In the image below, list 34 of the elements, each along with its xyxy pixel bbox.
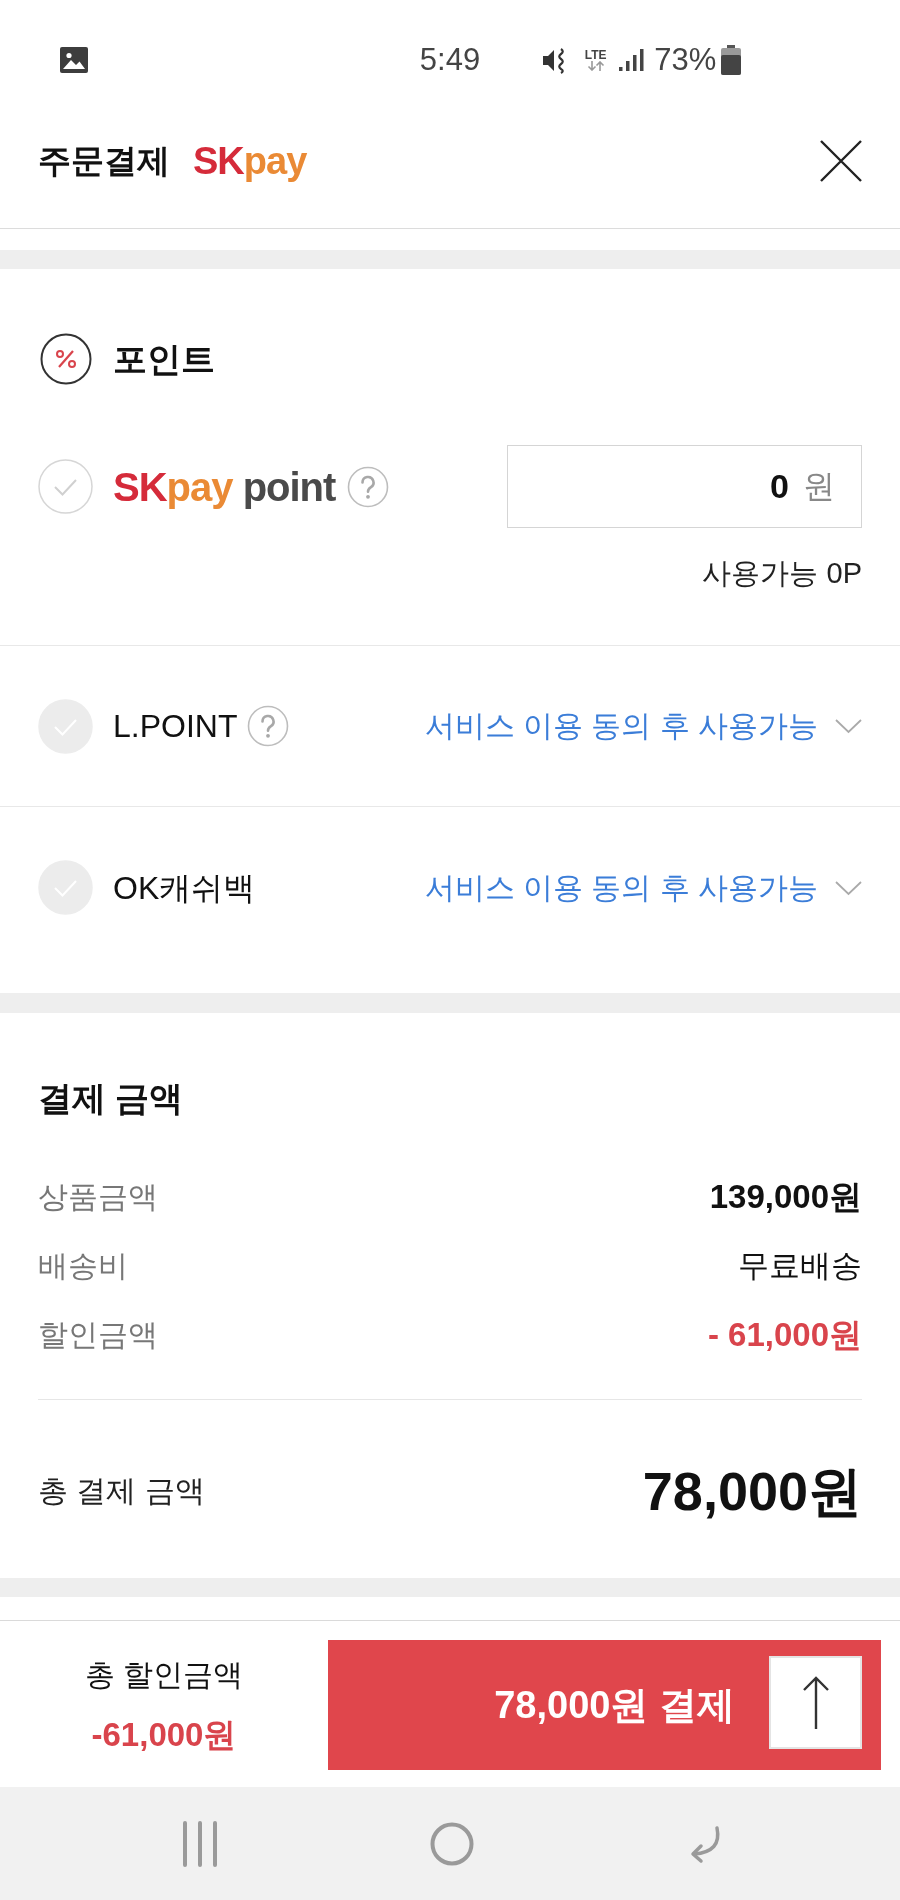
sk-pay-logo: SKpay xyxy=(193,140,307,182)
scroll-top-button[interactable] xyxy=(769,1656,862,1749)
point-label: OK캐쉬백 xyxy=(113,868,256,908)
amount-label: 할인금액 xyxy=(38,1316,158,1353)
amount-value: - 61,000원 xyxy=(707,1314,862,1355)
discount-value: -61,000원 xyxy=(91,1715,237,1755)
amount-value: 무료배송 xyxy=(738,1246,862,1285)
total-label: 총 결제 금액 xyxy=(38,1473,205,1509)
home-icon[interactable] xyxy=(430,1821,474,1866)
help-icon[interactable] xyxy=(347,465,390,508)
image-icon xyxy=(60,47,88,73)
amount-value: 139,000원 xyxy=(709,1176,862,1217)
page-title: 주문결제 xyxy=(38,141,170,181)
close-button[interactable] xyxy=(820,140,862,182)
close-icon xyxy=(820,140,862,182)
signal-icon xyxy=(619,49,645,71)
amount-label: 상품금액 xyxy=(38,1178,158,1215)
percent-icon xyxy=(40,333,92,385)
section-title: 포인트 xyxy=(113,339,215,379)
currency-unit: 원 xyxy=(803,467,835,506)
available-points: 사용가능 0P xyxy=(702,556,862,590)
discount-label: 총 할인금액 xyxy=(84,1657,244,1693)
network-type: LTE xyxy=(584,49,607,61)
battery-icon xyxy=(721,45,742,75)
amount-label: 배송비 xyxy=(38,1247,128,1284)
recent-apps-icon[interactable] xyxy=(182,1819,218,1868)
total-value: 78,000원 xyxy=(642,1460,862,1523)
checkbox[interactable] xyxy=(38,459,93,514)
sk-pay-point-logo: SKpay point xyxy=(113,463,336,511)
data-arrows-icon xyxy=(586,61,605,71)
section-title: 결제 금액 xyxy=(38,1078,184,1118)
point-label: L.POINT xyxy=(113,707,238,746)
status-time: 5:49 xyxy=(419,41,481,79)
battery-percentage: 73% xyxy=(654,41,717,79)
